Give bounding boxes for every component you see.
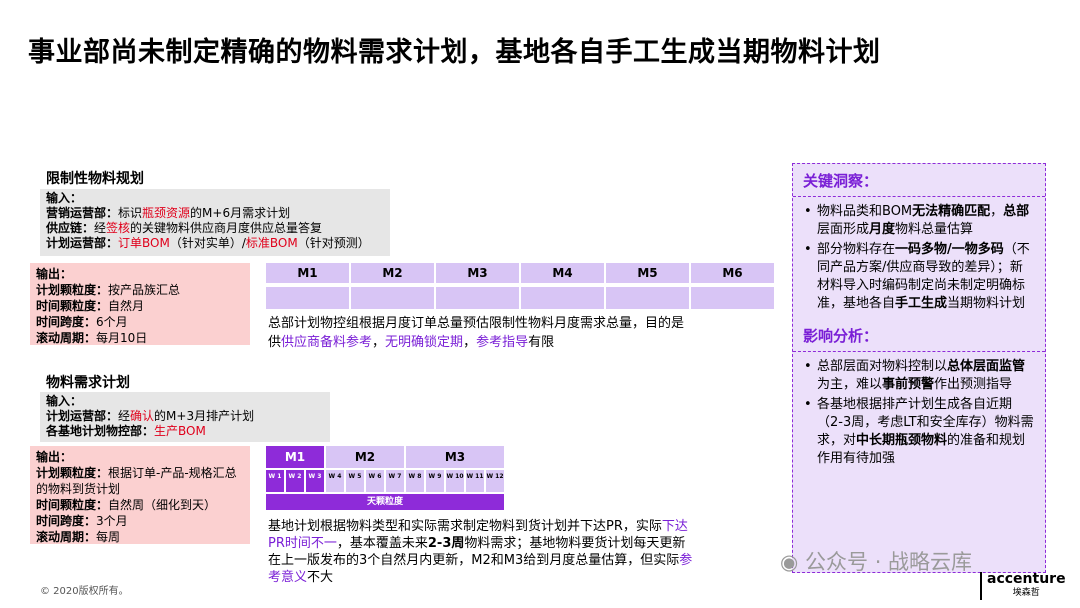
impact-title: 影响分析： [803, 327, 879, 345]
day-granularity-bar: 天颗粒度 [266, 494, 504, 510]
list-item: 总部层面对物料控制以总体层面监管为主，难以事前预警作出预测指导 [803, 358, 1035, 394]
output-row: 滚动周期：每月10日 [36, 331, 148, 345]
section1-outputs: 输出： 计划颗粒度：按产品族汇总 时间颗粒度：自然月 时间跨度：6个月 滚动周期… [30, 263, 250, 345]
output-row: 计划颗粒度：根据订单-产品-规格汇总的物料到货计划 [36, 466, 237, 496]
wechat-icon: ◉ [780, 550, 799, 574]
list-item: 部分物料存在一码多物/一物多码（不同产品方案/供应商导致的差异）；新材料导入时编… [803, 241, 1035, 313]
week-cell: W 8 [406, 470, 424, 492]
input-label: 输入： [46, 394, 83, 408]
insight-list: 物料品类和BOM无法精确匹配，总部层面形成月度物料总量估算 部分物料存在一码多物… [803, 203, 1035, 313]
month-header: M2 [326, 446, 406, 468]
week-cell: W 1 [266, 470, 284, 492]
week-cell: W 6 [366, 470, 384, 492]
month-header: M6 [722, 266, 743, 280]
output-label: 输出： [36, 450, 73, 464]
week-cell: W 2 [286, 470, 304, 492]
section2-description: 基地计划根据物料类型和实际需求制定物料到货计划并下达PR，实际下达 PR时间不一… [268, 519, 693, 585]
output-row: 时间颗粒度：自然周（细化到天） [36, 498, 217, 512]
list-item: 各基地根据排产计划生成各自近期（2-3周，考虑LT和安全库存）物料需求，对中长期… [803, 396, 1035, 468]
month-header: M2 [351, 263, 436, 283]
month-cell [606, 287, 691, 309]
week-cell: W 11 [466, 470, 484, 492]
section2-outputs: 输出： 计划颗粒度：根据订单-产品-规格汇总的物料到货计划 时间颗粒度：自然周（… [30, 446, 250, 544]
month-cell [351, 287, 436, 309]
month-header: M3 [436, 263, 521, 283]
page-title: 事业部尚未制定精确的物料需求计划，基地各自手工生成当期物料计划 [28, 37, 881, 68]
week-cell: W 10 [446, 470, 464, 492]
output-row: 时间跨度：3个月 [36, 514, 128, 528]
brand-cn: 埃森哲 [1012, 588, 1040, 598]
month-header: M5 [606, 263, 691, 283]
section2-inputs: 输入： 计划运营部：经确认的M+3月排产计划 各基地计划物控部：生产BOM [40, 392, 330, 442]
divider [793, 196, 1045, 197]
divider [793, 351, 1045, 352]
section1-description: 总部计划物控组根据月度订单总量预估限制性物料月度需求总量，目的是 供供应商备料参… [268, 316, 685, 350]
month-header: M1 [266, 446, 326, 468]
week-cell: W 3 [306, 470, 324, 492]
month-header: M1 [266, 263, 351, 283]
week-cell: W 9 [426, 470, 444, 492]
output-row: 时间跨度：6个月 [36, 315, 128, 329]
output-row: 时间颗粒度：自然月 [36, 299, 145, 313]
input-row: 营销运营部：标识瓶颈资源的M+6月需求计划 [46, 206, 291, 220]
month-header: M4 [521, 263, 606, 283]
logo: accenture 埃森哲 [980, 572, 1066, 600]
copyright: © 2020版权所有。 [40, 586, 129, 597]
output-label: 输出： [36, 267, 73, 281]
list-item: 物料品类和BOM无法精确匹配，总部层面形成月度物料总量估算 [803, 203, 1035, 239]
output-row: 滚动周期：每周 [36, 530, 121, 544]
section1-inputs: 输入： 营销运营部：标识瓶颈资源的M+6月需求计划 供应链：经签核的关键物料供应… [40, 189, 390, 256]
month-header: M3 [406, 446, 504, 468]
input-row: 计划运营部：经确认的M+3月排产计划 [46, 409, 255, 423]
monthly-timeline: M1 M2 M3 M4 M5 M6 [266, 263, 774, 309]
section1-heading: 限制性物料规划 [46, 171, 144, 187]
input-label: 输入： [46, 191, 83, 205]
input-row: 各基地计划物控部：生产BOM [46, 424, 206, 438]
weekly-timeline: M1 M2 M3 W 1 W 2 W 3 W 4 W 5 W 6 W 7 W 8… [266, 446, 504, 510]
week-cell: W 12 [486, 470, 504, 492]
impact-list: 总部层面对物料控制以总体层面监管为主，难以事前预警作出预测指导 各基地根据排产计… [803, 358, 1035, 468]
brand-name: accenture [987, 571, 1066, 587]
month-cell [436, 287, 521, 309]
month-cell [691, 287, 774, 309]
week-cell: W 7 [386, 470, 404, 492]
week-cell: W 4 [326, 470, 344, 492]
week-cell: W 5 [346, 470, 364, 492]
month-cell [521, 287, 606, 309]
input-row: 供应链：经签核的关键物料供应商月度供应总量答复 [46, 221, 323, 235]
insight-panel: 关键洞察： 物料品类和BOM无法精确匹配，总部层面形成月度物料总量估算 部分物料… [792, 163, 1046, 573]
watermark: ◉ 公众号 · 战略云库 [780, 550, 973, 574]
section2-heading: 物料需求计划 [46, 375, 130, 391]
input-row: 计划运营部：订单BOM（针对实单）/标准BOM（针对预测） [46, 236, 370, 250]
month-cell [266, 287, 351, 309]
output-row: 计划颗粒度：按产品族汇总 [36, 283, 181, 297]
insight-title: 关键洞察： [803, 172, 879, 190]
